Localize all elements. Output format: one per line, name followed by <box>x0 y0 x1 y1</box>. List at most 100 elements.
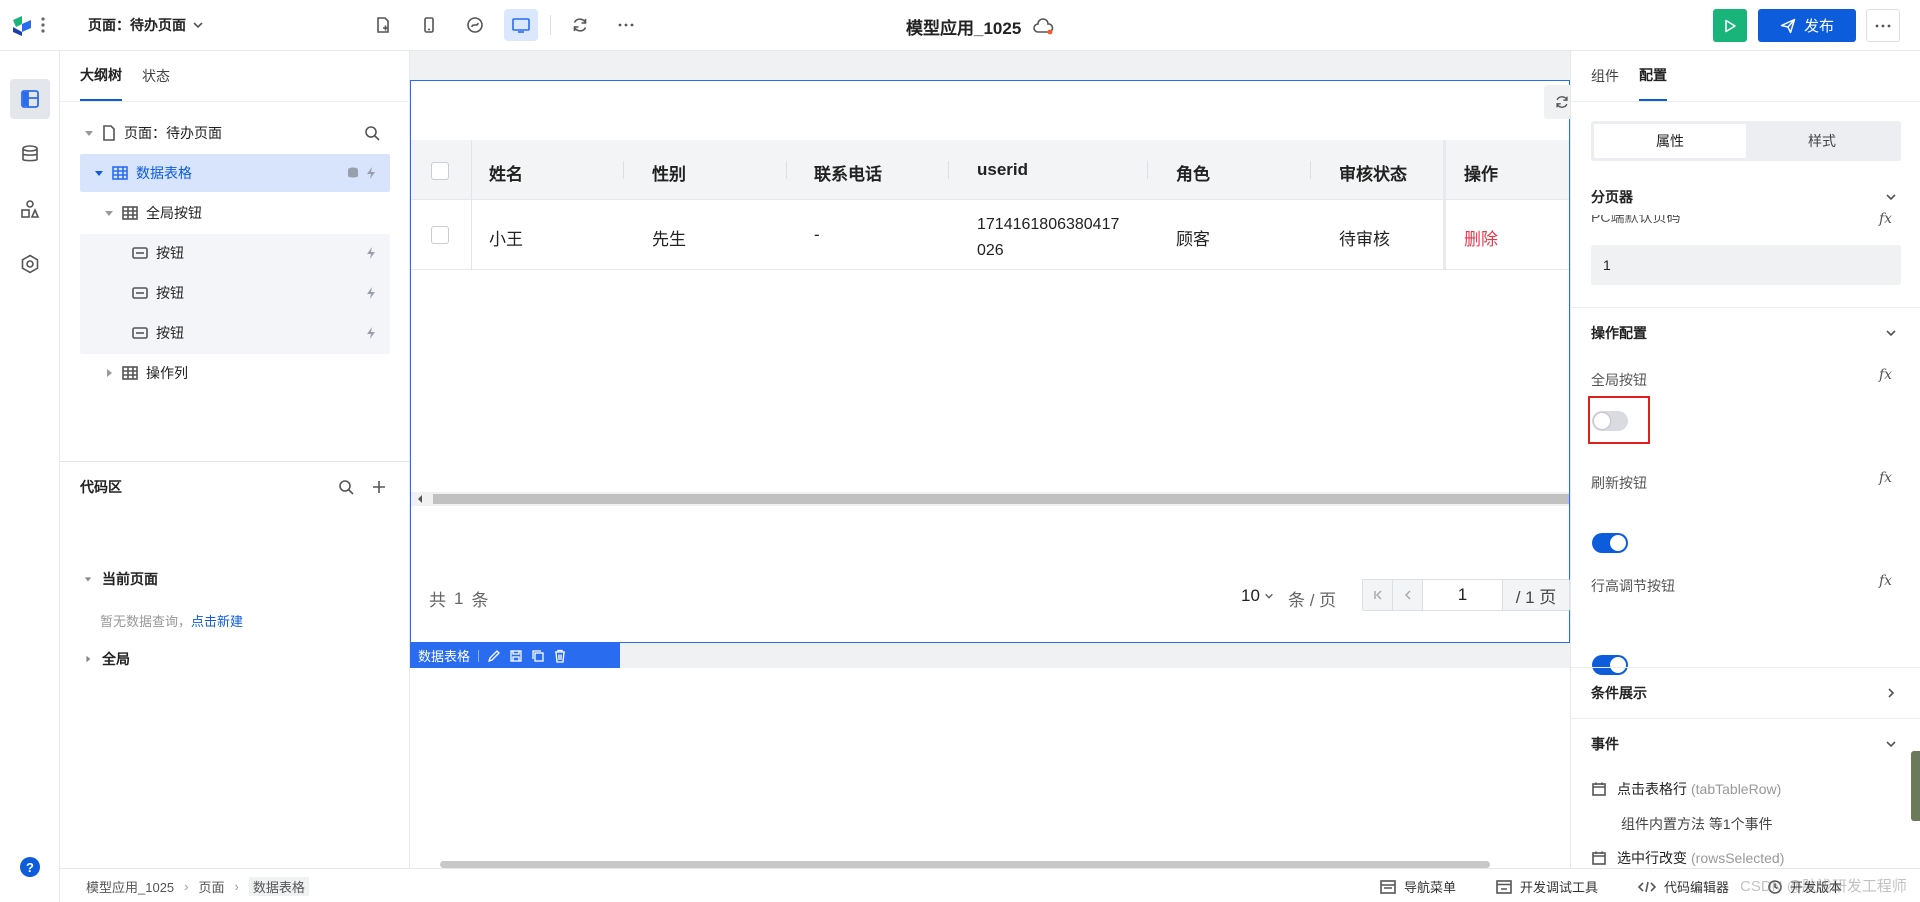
rail-settings-button[interactable] <box>20 254 40 274</box>
lightning-icon[interactable] <box>364 326 378 340</box>
rowheight-button-toggle[interactable] <box>1592 655 1628 675</box>
code-current-page[interactable]: 当前页面 <box>84 569 158 589</box>
table-scrollbar[interactable] <box>411 492 1569 506</box>
segment-style[interactable]: 样式 <box>1746 124 1898 158</box>
column-header-gender[interactable]: 性别 <box>652 160 686 185</box>
tree-item-action-column[interactable]: 操作列 <box>80 354 390 392</box>
caret-down-icon <box>84 577 92 582</box>
column-header-status[interactable]: 审核状态 <box>1339 160 1407 185</box>
breadcrumb: 模型应用_1025 › 页面 › 数据表格 <box>86 877 309 896</box>
rail-outline-button[interactable] <box>10 79 50 119</box>
delete-link[interactable]: 删除 <box>1464 225 1498 250</box>
tab-outline[interactable]: 大纲树 <box>80 51 122 101</box>
section-pager-header[interactable]: 分页器 <box>1591 186 1901 208</box>
icon-rail: ? <box>0 51 60 902</box>
play-icon <box>1725 19 1736 32</box>
search-icon[interactable] <box>364 125 380 141</box>
tree-item-button[interactable]: 按钮 <box>80 234 390 272</box>
app-switch-icon[interactable] <box>40 16 46 34</box>
tab-components[interactable]: 组件 <box>1591 51 1619 101</box>
help-icon[interactable]: ? <box>20 857 40 877</box>
add-page-icon[interactable] <box>366 9 400 41</box>
row-checkbox[interactable] <box>431 226 449 244</box>
code-global[interactable]: 全局 <box>84 649 130 669</box>
tree-item-page[interactable]: 页面：待办页面 <box>80 114 390 152</box>
refresh-icon[interactable] <box>563 9 597 41</box>
event-icon <box>1592 782 1606 796</box>
fx-icon[interactable]: fx <box>1879 573 1892 589</box>
breadcrumb-item[interactable]: 数据表格 <box>248 877 309 896</box>
first-page-button[interactable] <box>1363 580 1393 610</box>
nav-menu-button[interactable]: 导航菜单 <box>1380 877 1456 896</box>
delete-icon[interactable] <box>553 649 567 663</box>
column-header-name[interactable]: 姓名 <box>489 160 523 185</box>
section-ops-header[interactable]: 操作配置 <box>1591 322 1901 344</box>
fx-icon[interactable]: fx <box>1879 211 1892 227</box>
miniapp-view-icon[interactable] <box>458 9 492 41</box>
fx-icon[interactable]: fx <box>1879 470 1892 486</box>
event-item[interactable]: 点击表格行 (tabTableRow) <box>1591 779 1781 799</box>
tab-config[interactable]: 配置 <box>1639 51 1667 101</box>
code-area-title: 代码区 <box>80 479 122 495</box>
save-icon[interactable] <box>509 649 523 663</box>
tab-components-label: 组件 <box>1591 68 1619 84</box>
fx-icon[interactable]: fx <box>1879 367 1892 383</box>
tree-label: 按钮 <box>156 245 184 261</box>
desktop-view-icon[interactable] <box>504 9 538 41</box>
tab-state[interactable]: 状态 <box>142 51 170 101</box>
caret-down-icon <box>95 171 103 176</box>
side-widget[interactable] <box>1911 751 1920 821</box>
page-size-select[interactable]: 10 <box>1241 586 1274 606</box>
lightning-icon[interactable] <box>364 246 378 260</box>
scroll-left-icon[interactable] <box>415 492 425 506</box>
column-header-role[interactable]: 角色 <box>1176 160 1210 185</box>
tree-item-table[interactable]: 数据表格 <box>80 154 390 192</box>
select-all-checkbox[interactable] <box>431 162 449 180</box>
tree-item-global-buttons[interactable]: 全局按钮 <box>80 194 390 232</box>
datasource-icon[interactable] <box>346 166 360 180</box>
tree-label: 页面：待办页面 <box>124 125 222 141</box>
mobile-view-icon[interactable] <box>412 9 446 41</box>
column-header-userid[interactable]: userid <box>977 160 1028 180</box>
page-selector[interactable]: 页面：待办页面 <box>88 14 204 36</box>
edit-icon[interactable] <box>487 649 501 663</box>
canvas-scrollbar[interactable] <box>440 861 1490 868</box>
app-logo[interactable] <box>10 14 38 38</box>
caret-down-icon <box>105 211 113 216</box>
dev-tools-button[interactable]: 开发调试工具 <box>1496 877 1598 896</box>
lightning-icon[interactable] <box>364 166 378 180</box>
total-count: 1 <box>454 588 464 608</box>
toggle-knob <box>1610 535 1626 551</box>
scrollbar-thumb[interactable] <box>433 494 1569 504</box>
run-button[interactable] <box>1713 9 1747 42</box>
more-icon[interactable] <box>609 9 643 41</box>
more-actions-button[interactable] <box>1866 9 1900 42</box>
tree-item-button[interactable]: 按钮 <box>80 274 390 312</box>
event-item[interactable]: 选中行改变 (rowsSelected) <box>1591 849 1784 867</box>
segment-properties[interactable]: 属性 <box>1594 124 1746 158</box>
column-header-phone[interactable]: 联系电话 <box>814 160 882 185</box>
code-editor-button[interactable]: 代码编辑器 <box>1638 877 1729 896</box>
refresh-button-toggle[interactable] <box>1592 533 1628 553</box>
copy-icon[interactable] <box>531 649 545 663</box>
create-query-link[interactable]: 点击新建 <box>191 614 243 629</box>
current-page-input[interactable]: 1 <box>1423 580 1503 610</box>
column-header-actions[interactable]: 操作 <box>1464 160 1498 185</box>
section-conditional-header[interactable]: 条件展示 <box>1591 682 1901 704</box>
publish-button[interactable]: 发布 <box>1758 9 1856 42</box>
divider <box>1571 307 1920 308</box>
add-icon[interactable] <box>372 480 386 494</box>
breadcrumb-item[interactable]: 页面 <box>199 877 225 896</box>
prev-page-button[interactable] <box>1393 580 1423 610</box>
global-button-toggle[interactable] <box>1592 411 1628 431</box>
rail-components-button[interactable] <box>20 199 40 219</box>
table-component[interactable]: 姓名 性别 联系电话 userid 角色 审核状态 操作 小王 先生 - 171… <box>410 80 1584 643</box>
tab-state-label: 状态 <box>142 68 170 84</box>
search-icon[interactable] <box>338 479 354 495</box>
section-events-header[interactable]: 事件 <box>1591 733 1901 755</box>
rail-database-button[interactable] <box>20 144 40 164</box>
breadcrumb-item[interactable]: 模型应用_1025 <box>86 877 174 896</box>
tree-item-button[interactable]: 按钮 <box>80 314 390 352</box>
lightning-icon[interactable] <box>364 286 378 300</box>
default-page-input[interactable]: 1 <box>1591 245 1901 285</box>
